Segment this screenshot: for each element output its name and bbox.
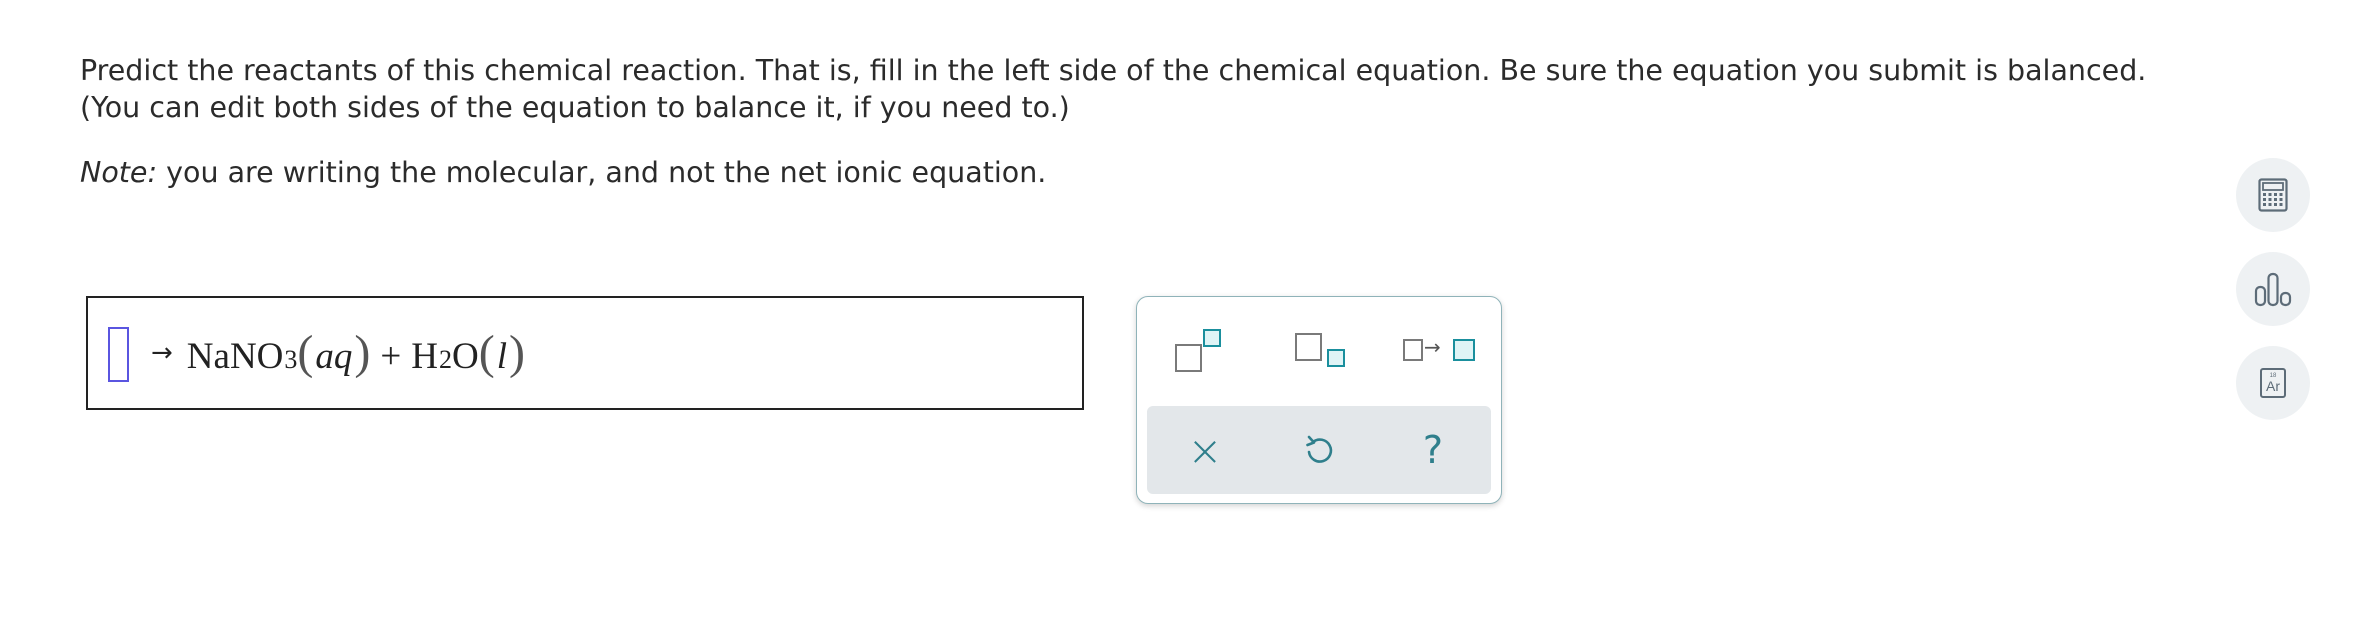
undo-icon — [1306, 435, 1333, 463]
toolbar-tools-row: → — [1137, 297, 1501, 403]
help-button[interactable]: ? — [1393, 406, 1473, 494]
product-2-phase: l — [496, 335, 507, 377]
note-text: Note: you are writing the molecular, and… — [80, 154, 1046, 191]
superscript-base-icon — [1175, 344, 1202, 372]
product-2-paren-close: ) — [508, 325, 525, 379]
data-chart-button[interactable] — [2236, 252, 2310, 326]
reactant-input-slot[interactable] — [108, 326, 129, 382]
product-2-subscript: 2 — [438, 344, 452, 374]
prompt-line-1: Predict the reactants of this chemical r… — [80, 54, 2147, 87]
note-label: Note: — [80, 156, 158, 189]
arrow-tool-left-box-icon — [1403, 339, 1423, 361]
product-2-paren-open: ( — [478, 325, 495, 379]
superscript-exponent-icon — [1203, 329, 1221, 347]
product-1-paren-open: ( — [297, 325, 314, 379]
close-icon: × — [1187, 425, 1223, 475]
periodic-element-symbol: Ar — [2266, 378, 2280, 394]
arrow-tool-right-box-icon — [1453, 339, 1475, 361]
prompt-line-2: (You can edit both sides of the equation… — [80, 91, 1070, 124]
product-1-symbol: NaNO — [186, 335, 284, 377]
reaction-arrow-tool-button[interactable]: → — [1403, 333, 1483, 373]
subscript-index-icon — [1327, 349, 1345, 367]
calculator-icon — [2258, 178, 2288, 212]
product-2-symbol-o: O — [451, 335, 479, 377]
bar-chart-icon — [2254, 272, 2292, 307]
product-2-symbol-h: H — [411, 335, 438, 377]
products-formula[interactable]: NaNO 3(aq) + H 2 O(l) — [186, 325, 525, 379]
question-page: Predict the reactants of this chemical r… — [0, 0, 2360, 619]
product-1-paren-close: ) — [354, 325, 371, 379]
question-prompt: Predict the reactants of this chemical r… — [80, 52, 2200, 126]
help-icon: ? — [1422, 428, 1444, 472]
periodic-table-icon: 18 Ar — [2260, 368, 2286, 398]
undo-button[interactable] — [1279, 406, 1359, 494]
toolbar-actions-row: × ? — [1147, 406, 1491, 494]
superscript-tool-button[interactable] — [1175, 327, 1225, 377]
plus-sign: + — [380, 335, 402, 377]
equation-editor[interactable]: → NaNO 3(aq) + H 2 O(l) — [86, 296, 1084, 410]
equation-toolbar: → × ? — [1136, 296, 1502, 504]
arrow-tool-arrow-icon: → — [1424, 335, 1441, 359]
subscript-tool-button[interactable] — [1295, 327, 1349, 377]
clear-button[interactable]: × — [1165, 406, 1245, 494]
note-body: you are writing the molecular, and not t… — [157, 156, 1047, 189]
product-1-subscript: 3 — [284, 344, 298, 374]
subscript-base-icon — [1295, 333, 1322, 361]
calculator-button[interactable] — [2236, 158, 2310, 232]
reaction-arrow: → — [151, 338, 173, 368]
product-1-phase: aq — [315, 335, 353, 377]
periodic-table-button[interactable]: 18 Ar — [2236, 346, 2310, 420]
